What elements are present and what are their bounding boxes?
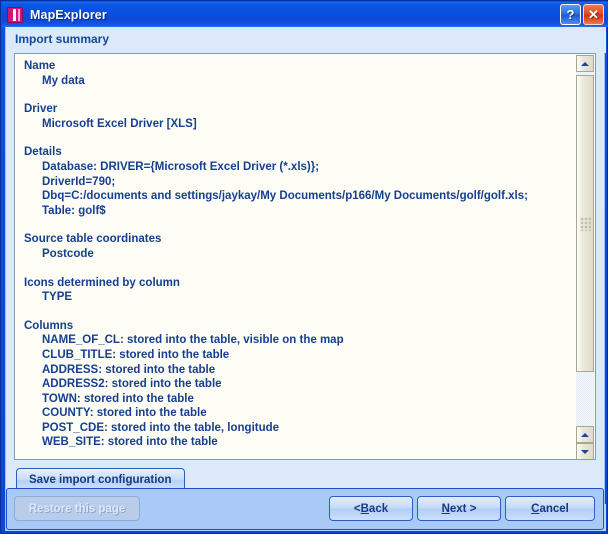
cancel-button[interactable]: Cancel <box>505 496 595 521</box>
summary-section-heading: Icons determined by column <box>24 276 180 289</box>
scroll-down-arrow-icon <box>581 449 589 454</box>
summary-section-item: WEB_SITE: stored into the table <box>42 436 218 449</box>
wizard-button-bar: Restore this page < Back Next > Cancel <box>6 488 604 530</box>
summary-section-heading: Details <box>24 146 62 159</box>
title-bar[interactable]: MapExplorer ? ✕ <box>2 2 608 27</box>
next-button[interactable]: Next > <box>417 496 501 521</box>
scrollbar-thumb[interactable] <box>576 75 594 372</box>
summary-section-item: My data <box>42 74 85 87</box>
next-button-label: ext > <box>449 502 477 515</box>
summary-section-heading: Source table coordinates <box>24 233 162 246</box>
dialog-client-area: Import summary Name My data Driver Microsof… <box>5 27 606 531</box>
summary-section-item: COUNTY: stored into the table <box>42 407 207 420</box>
scroll-down-button[interactable] <box>576 443 594 459</box>
summary-section-item: ADDRESS2: stored into the table <box>42 378 222 391</box>
back-button-label: ack <box>368 502 389 515</box>
scroll-up-button-secondary[interactable] <box>576 426 594 443</box>
help-button[interactable]: ? <box>560 4 581 25</box>
summary-section-item: Postcode <box>42 247 94 260</box>
back-button-mnemonic: B <box>360 502 369 515</box>
page-title: Import summary <box>15 32 110 46</box>
summary-section-heading: Name <box>24 60 56 72</box>
summary-section-heading: Columns <box>24 319 74 332</box>
close-button[interactable]: ✕ <box>583 4 604 25</box>
import-summary-panel[interactable]: Name My data Driver Microsoft Excel Driver … <box>14 53 596 460</box>
summary-vertical-scrollbar[interactable] <box>576 55 594 459</box>
restore-this-page-button[interactable]: Restore this page <box>14 496 140 521</box>
summary-section-heading: Driver <box>24 103 58 116</box>
back-button[interactable]: < Back <box>329 496 413 521</box>
cancel-button-mnemonic: C <box>531 502 540 515</box>
next-button-mnemonic: N <box>441 502 450 515</box>
summary-section-gap <box>24 305 571 319</box>
summary-section-gap <box>24 218 571 232</box>
summary-section-item: NAME_OF_CL: stored into the table, visib… <box>42 334 344 347</box>
summary-section-gap <box>24 131 571 145</box>
page-header: Import summary <box>6 27 606 53</box>
window-title: MapExplorer <box>30 7 107 22</box>
summary-section-item: TOWN: stored into the table <box>42 392 194 405</box>
mapexplorer-icon <box>7 6 23 23</box>
summary-section-item: DriverId=790; <box>42 175 116 188</box>
summary-section-gap <box>24 88 571 102</box>
summary-section-item: Table: golf$ <box>42 204 106 217</box>
summary-section-item: ADDRESS: stored into the table <box>42 363 216 376</box>
scroll-up-arrow-icon-secondary <box>581 432 589 437</box>
title-bar-buttons: ? ✕ <box>560 4 608 25</box>
back-button-prefix: < <box>353 502 361 515</box>
summary-section-item: POST_CDE: stored into the table, longitu… <box>42 421 280 434</box>
summary-section-gap <box>24 262 571 276</box>
summary-section-item: CLUB_TITLE: stored into the table <box>42 348 230 361</box>
scrollbar-grip-icon <box>580 216 591 231</box>
mapexplorer-window: MapExplorer ? ✕ Import summary Name My da… <box>0 0 608 534</box>
summary-section-item: Database: DRIVER={Microsoft Excel Driver… <box>42 160 320 173</box>
summary-section-item: Microsoft Excel Driver [XLS] <box>42 117 197 130</box>
scroll-up-arrow-icon <box>581 61 589 66</box>
summary-section-item: Dbq=C:/documents and settings/jaykay/My … <box>42 190 528 203</box>
summary-section-item: TYPE <box>42 291 73 304</box>
scroll-up-button[interactable] <box>576 55 594 72</box>
import-summary-text: Name My data Driver Microsoft Excel Driver … <box>15 54 577 459</box>
cancel-button-label: ancel <box>539 502 569 515</box>
